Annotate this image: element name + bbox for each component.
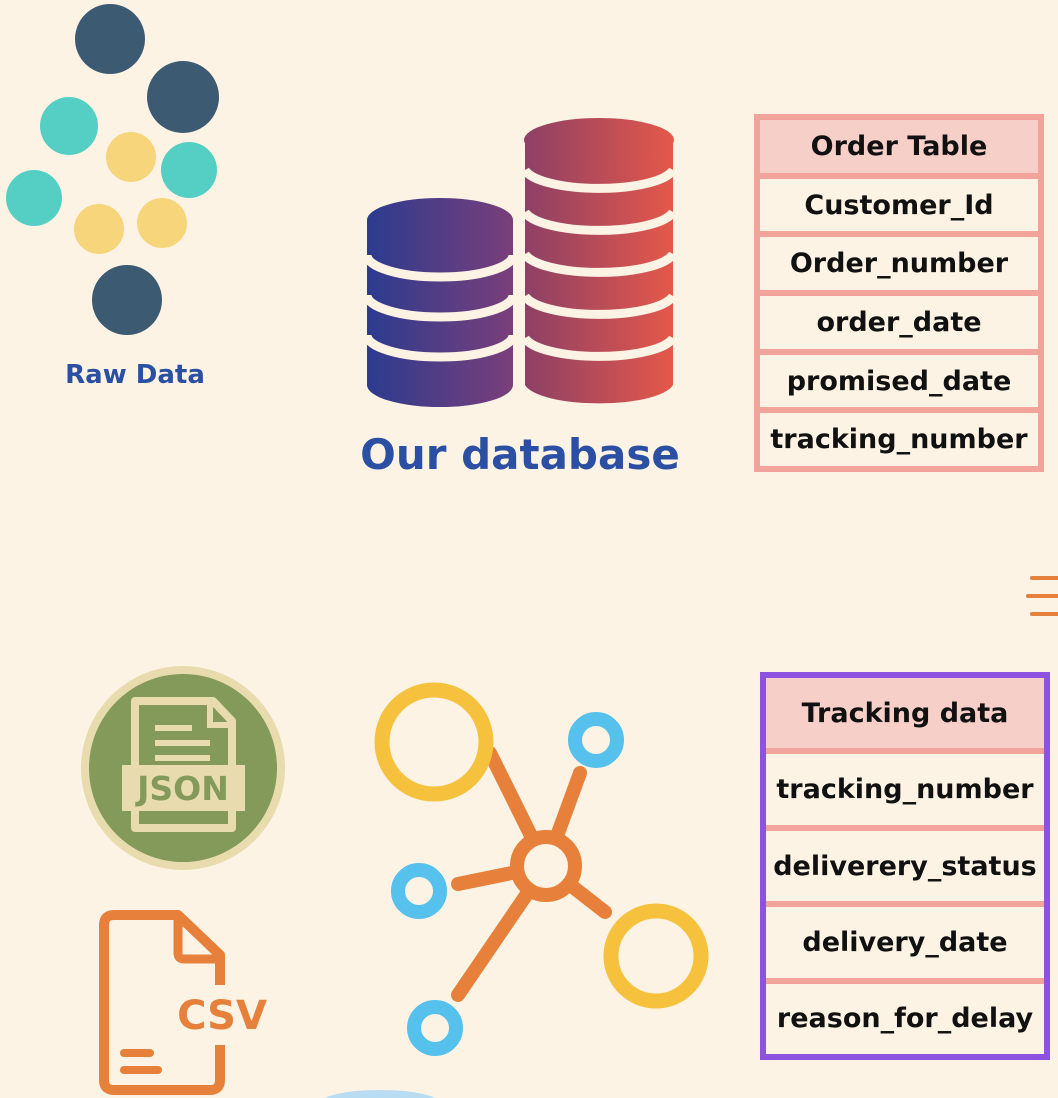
order-table-field: Order_number xyxy=(760,237,1038,291)
yellow-dot xyxy=(106,132,156,182)
csv-file-icon: CSV xyxy=(99,910,267,1095)
json-file-icon: JSON xyxy=(81,666,285,870)
tracking-table-field: reason_for_delay xyxy=(766,983,1044,1055)
tracking-table-field: deliverery_status xyxy=(766,830,1044,902)
ring-blue xyxy=(391,863,447,919)
order-table-field: tracking_number xyxy=(760,413,1038,467)
yellow-dot xyxy=(74,204,124,254)
tracking-table-title: Tracking data xyxy=(766,678,1044,749)
database-left-stack xyxy=(362,198,518,407)
ring-blue xyxy=(568,712,624,768)
database-icon xyxy=(362,118,677,407)
csv-label: CSV xyxy=(177,993,267,1039)
ring-yellow xyxy=(374,682,494,802)
ring-yellow xyxy=(603,903,709,1009)
raw-data-label: Raw Data xyxy=(65,360,205,390)
database-right-stack xyxy=(521,118,677,404)
order-table-field: Customer_Id xyxy=(760,178,1038,232)
teal-dot xyxy=(6,170,62,226)
yellow-dot xyxy=(137,198,187,248)
order-table: Order Table Customer_Id Order_number ord… xyxy=(754,114,1044,472)
order-table-title: Order Table xyxy=(760,120,1038,173)
network-icon xyxy=(374,682,709,1056)
teal-dot xyxy=(40,97,98,155)
order-table-field: order_date xyxy=(760,296,1038,349)
database-label: Our database xyxy=(360,430,680,479)
raw-data-dots-icon xyxy=(6,4,219,335)
dark-dot xyxy=(92,265,162,335)
tracking-table-field: delivery_date xyxy=(766,907,1044,978)
menu-lines-icon xyxy=(1026,576,1058,616)
dark-dot xyxy=(75,4,145,74)
json-label: JSON xyxy=(135,769,229,808)
ring-blue xyxy=(407,1000,463,1056)
tracking-table: Tracking data tracking_number deliverery… xyxy=(760,672,1050,1060)
order-table-field: promised_date xyxy=(760,354,1038,408)
teal-dot xyxy=(161,142,217,198)
decorative-arc xyxy=(325,1090,435,1098)
dark-dot xyxy=(147,61,219,133)
tracking-table-field: tracking_number xyxy=(766,754,1044,825)
